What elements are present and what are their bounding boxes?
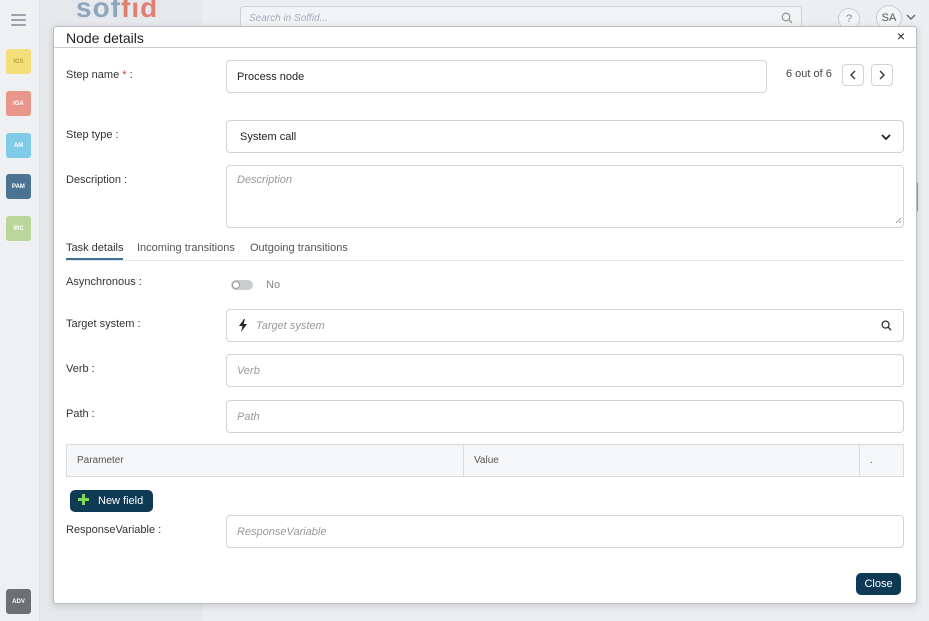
lightning-icon <box>238 319 248 335</box>
column-header-actions: . <box>870 455 873 466</box>
modal-header: Node details × <box>54 27 916 48</box>
step-name-input[interactable]: Process node <box>226 60 767 93</box>
module-igs-button[interactable]: IGS <box>6 49 31 74</box>
asynchronous-label: Asynchronous : <box>66 276 142 288</box>
menu-icon[interactable] <box>11 14 26 26</box>
path-placeholder: Path <box>237 411 260 423</box>
response-variable-placeholder: ResponseVariable <box>237 526 327 538</box>
toggle-knob <box>232 281 240 289</box>
app-sidebar: IGS IGA AM PAM IRC ADV <box>0 0 40 621</box>
asynchronous-toggle[interactable] <box>231 280 253 290</box>
verb-input[interactable]: Verb <box>226 354 904 387</box>
path-label: Path : <box>66 408 95 420</box>
previous-button[interactable] <box>842 64 864 86</box>
step-name-label-text: Step name <box>66 69 120 81</box>
pager-text: 6 out of 6 <box>786 68 832 80</box>
verb-label: Verb : <box>66 363 95 375</box>
module-am-button[interactable]: AM <box>6 133 31 158</box>
parameters-table: Parameter Value . <box>66 444 904 477</box>
column-header-value[interactable]: Value <box>464 445 860 476</box>
module-pam-button[interactable]: PAM <box>6 174 31 199</box>
response-variable-label: ResponseVariable : <box>66 524 162 536</box>
step-type-label: Step type : <box>66 129 119 141</box>
description-textarea[interactable]: Description <box>226 165 904 228</box>
resize-handle-icon[interactable] <box>895 215 902 227</box>
chevron-right-icon <box>879 70 885 80</box>
step-name-colon: : <box>126 69 133 81</box>
node-details-modal: Node details × Step name * : Process nod… <box>53 26 917 604</box>
step-name-label: Step name * : <box>66 69 133 81</box>
module-adv-button[interactable]: ADV <box>6 589 31 614</box>
step-type-select[interactable]: System call <box>226 120 904 153</box>
plus-icon <box>78 494 89 508</box>
asynchronous-value: No <box>266 279 281 291</box>
global-search-placeholder: Search in Soffid... <box>249 13 328 24</box>
response-variable-input[interactable]: ResponseVariable <box>226 515 904 548</box>
target-system-placeholder: Target system <box>256 320 325 332</box>
close-button[interactable]: Close <box>856 573 901 595</box>
description-label: Description : <box>66 174 128 186</box>
new-field-label: New field <box>98 495 144 507</box>
tab-incoming-transitions[interactable]: Incoming transitions <box>137 242 235 258</box>
column-header-parameter[interactable]: Parameter <box>67 445 464 476</box>
tab-outgoing-transitions[interactable]: Outgoing transitions <box>250 242 348 258</box>
chevron-left-icon <box>850 70 856 80</box>
target-system-label: Target system : <box>66 318 141 330</box>
chevron-down-icon <box>881 132 891 144</box>
module-iga-button[interactable]: IGA <box>6 91 31 116</box>
soffid-logo: soffid <box>76 0 159 23</box>
step-type-value: System call <box>240 131 297 143</box>
chevron-down-icon <box>906 12 916 24</box>
description-placeholder: Description <box>237 174 293 186</box>
tab-task-details[interactable]: Task details <box>66 242 124 260</box>
next-button[interactable] <box>871 64 893 86</box>
search-icon[interactable] <box>881 320 892 334</box>
modal-title: Node details <box>66 30 144 46</box>
step-name-value: Process node <box>237 71 305 83</box>
tab-bar: Task details Incoming transitions Outgoi… <box>66 241 904 261</box>
module-irc-button[interactable]: IRC <box>6 216 31 241</box>
path-input[interactable]: Path <box>226 400 904 433</box>
verb-placeholder: Verb <box>237 365 260 377</box>
target-system-input[interactable]: Target system <box>226 309 904 342</box>
close-icon[interactable]: × <box>897 29 905 43</box>
search-icon <box>781 12 793 27</box>
new-field-button[interactable]: New field <box>70 490 153 512</box>
